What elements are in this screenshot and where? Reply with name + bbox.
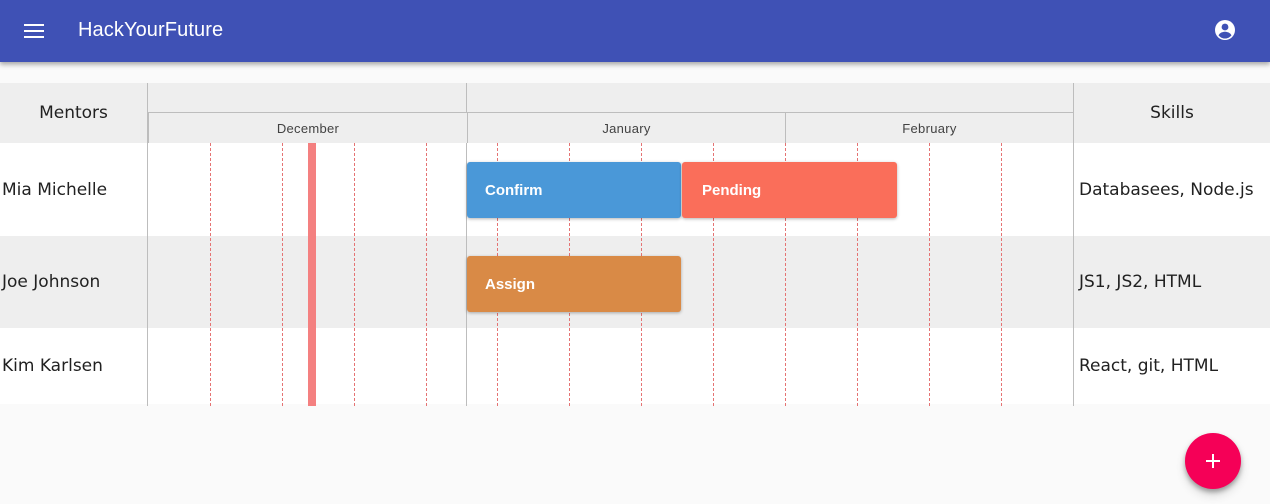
assign-bar[interactable]: Assign — [467, 256, 681, 312]
app-bar: HackYourFuture — [0, 0, 1270, 62]
skills-column-header: Skills — [1074, 83, 1270, 143]
mentor-skills: JS1, JS2, HTML — [1079, 272, 1202, 292]
week-gridline — [426, 143, 427, 406]
add-icon — [1206, 454, 1220, 468]
account-button[interactable] — [1205, 11, 1245, 51]
week-gridline — [354, 143, 355, 406]
month-label: January — [467, 113, 785, 143]
mentor-name: Mia Michelle — [2, 179, 108, 200]
app-title: HackYourFuture — [78, 19, 224, 41]
week-gridline — [1001, 143, 1002, 406]
today-marker — [308, 143, 316, 406]
timeline-months: December January February — [147, 112, 1073, 144]
menu-icon-bar — [24, 30, 44, 32]
month-label: December — [148, 113, 467, 143]
month-label: February — [785, 113, 1073, 143]
timeline-left-border — [147, 83, 148, 406]
menu-icon-bar — [24, 36, 44, 38]
confirm-bar[interactable]: Confirm — [467, 162, 681, 218]
timeline-right-border — [1073, 83, 1074, 406]
week-gridline — [929, 143, 930, 406]
mentor-name: Kim Karlsen — [2, 356, 103, 376]
mentor-skills: React, git, HTML — [1079, 356, 1219, 376]
mentors-column-header: Mentors — [0, 83, 147, 143]
mentor-schedule-table: Mia Michelle Databasees, Node.js Joe Joh… — [0, 83, 1270, 406]
timeline-header: December January February — [147, 83, 1073, 143]
menu-button[interactable] — [14, 11, 54, 51]
menu-icon — [24, 24, 44, 26]
week-gridline — [282, 143, 283, 406]
timeline-header-top — [147, 83, 1073, 112]
add-button[interactable] — [1185, 433, 1241, 489]
account-circle-icon — [1215, 20, 1235, 40]
mentor-name: Joe Johnson — [2, 272, 101, 292]
timeline-group — [466, 83, 1073, 112]
mentor-skills: Databasees, Node.js — [1079, 179, 1254, 200]
pending-bar[interactable]: Pending — [682, 162, 897, 218]
timeline-group — [147, 83, 466, 112]
week-gridline — [210, 143, 211, 406]
